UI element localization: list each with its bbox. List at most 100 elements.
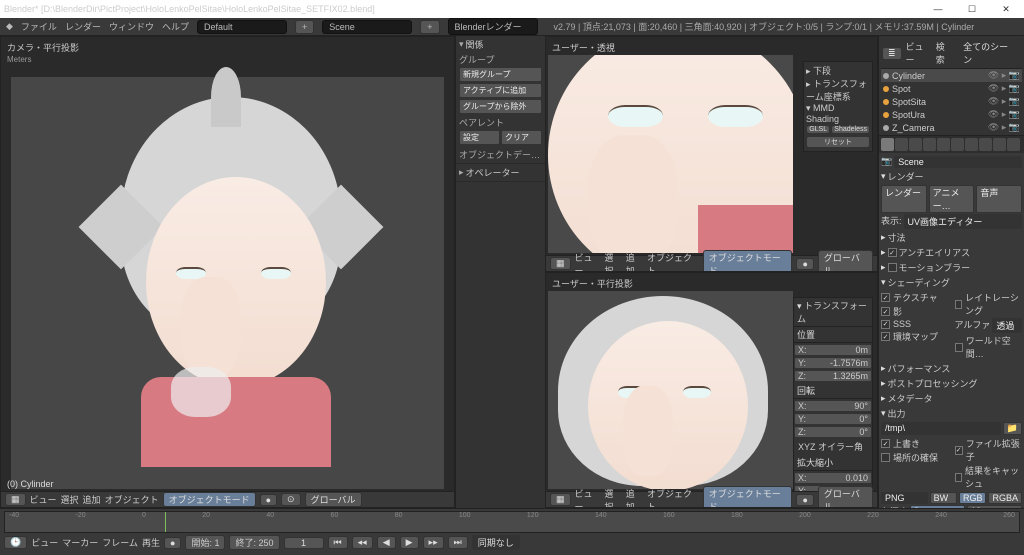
panel-transform[interactable]: ▾ トランスフォーム: [794, 298, 872, 327]
check-cache[interactable]: 結果をキャッシュ: [955, 464, 1023, 490]
mmd-reset-button[interactable]: リセット: [806, 136, 870, 148]
maximize-button[interactable]: ☐: [958, 4, 986, 15]
mode-select[interactable]: オブジェクトモード: [703, 486, 793, 509]
outliner-filter[interactable]: 全てのシーン: [957, 39, 1021, 67]
viewport-top-right[interactable]: ユーザー・透視 Meters ▸ 下段 ▸ トランスフォーム座標系 ▾ MMD …: [545, 36, 878, 272]
panel-mmd-shading[interactable]: ▾ MMD Shading: [806, 103, 870, 124]
loc-z[interactable]: Z:1.3265m: [794, 370, 872, 382]
minimize-button[interactable]: —: [924, 4, 952, 15]
pivot-icon[interactable]: ⊙: [281, 493, 301, 506]
menu-window[interactable]: ウィンドウ: [109, 20, 154, 33]
engine-select[interactable]: Blenderレンダー: [448, 18, 538, 35]
panel-motionblur[interactable]: モーションブラー: [899, 261, 971, 274]
menu-file[interactable]: ファイル: [21, 20, 57, 33]
shading-icon[interactable]: ●: [260, 494, 277, 506]
outliner-item[interactable]: SpotUra👁 ▸ 📷: [881, 108, 1022, 121]
parent-set-button[interactable]: 設定: [459, 130, 500, 145]
tl-menu-marker[interactable]: マーカー: [62, 536, 98, 549]
render-button[interactable]: レンダー: [881, 185, 927, 213]
scale-x[interactable]: X:0.010: [794, 472, 872, 484]
tab-world-icon[interactable]: [923, 138, 936, 151]
depth8-button[interactable]: 8: [910, 505, 965, 508]
anim-button[interactable]: アニメー…: [929, 185, 975, 213]
menu-add[interactable]: 追加: [83, 493, 101, 506]
check-overwrite[interactable]: 上書き: [881, 437, 949, 450]
operator-panel[interactable]: オペレーター: [466, 166, 520, 179]
outliner-item[interactable]: Spot👁 ▸ 📷: [881, 82, 1022, 95]
toolshelf-left-vp[interactable]: ▾関係 グループ 新規グループ アクティブに追加 グループから除外 ペアレント …: [455, 36, 545, 508]
jump-end-icon[interactable]: ⏭: [448, 536, 468, 549]
tab-material-icon[interactable]: [993, 138, 1006, 151]
editor-type-icon[interactable]: ▦: [550, 257, 571, 270]
properties-tabs[interactable]: [879, 136, 1024, 153]
prev-key-icon[interactable]: ◂◂: [352, 536, 373, 549]
remove-group-button[interactable]: グループから除外: [459, 99, 542, 114]
tl-menu-view[interactable]: ビュー: [31, 536, 58, 549]
outliner-menu-search[interactable]: 検索: [936, 40, 953, 66]
menu-render[interactable]: レンダー: [65, 20, 101, 33]
layout-add-button[interactable]: +: [295, 20, 314, 34]
tab-texture-icon[interactable]: [1007, 138, 1020, 151]
menu-select[interactable]: 選択: [61, 493, 79, 506]
display-select[interactable]: UV画像エディター: [904, 214, 1022, 229]
menu-view[interactable]: ビュー: [30, 493, 57, 506]
editor-type-icon[interactable]: ▦: [5, 493, 26, 506]
visibility-icons[interactable]: 👁 ▸ 📷: [988, 70, 1020, 81]
autokey-icon[interactable]: ●: [164, 537, 181, 549]
scene-select[interactable]: Scene: [322, 20, 412, 34]
tl-menu-frame[interactable]: フレーム: [102, 536, 138, 549]
jump-start-icon[interactable]: ⏮: [328, 536, 348, 549]
parent-clear-button[interactable]: クリア: [501, 130, 542, 145]
editor-type-icon[interactable]: ≣: [882, 47, 902, 60]
scene-add-button[interactable]: +: [420, 20, 439, 34]
rotation-mode[interactable]: XYZ オイラー角: [794, 439, 872, 454]
panel-dimensions[interactable]: 寸法: [888, 231, 906, 244]
depth16-button[interactable]: 16: [967, 505, 1022, 508]
current-frame[interactable]: 1: [284, 537, 324, 549]
shadeless-button[interactable]: Shadeless: [831, 125, 870, 134]
mode-select[interactable]: オブジェクトモード: [163, 492, 256, 507]
visibility-icons[interactable]: 👁 ▸ 📷: [988, 122, 1020, 133]
visibility-icons[interactable]: 👁 ▸ 📷: [988, 96, 1020, 107]
tab-data-icon[interactable]: [979, 138, 992, 151]
check-texture[interactable]: テクスチャ: [881, 291, 949, 304]
panel-antialias[interactable]: アンチエイリアス: [899, 246, 971, 259]
tl-menu-playback[interactable]: 再生: [142, 536, 160, 549]
timeline-track[interactable]: -40-200204060801001201401601802002202402…: [4, 511, 1020, 533]
tab-constraints-icon[interactable]: [951, 138, 964, 151]
layout-select[interactable]: Default: [197, 20, 287, 34]
orientation-select[interactable]: グローバル: [305, 492, 362, 507]
viewport-left[interactable]: カメラ・平行投影 Meters (0) Cylinder ▦ ビュー 選択 追加…: [0, 36, 455, 508]
check-shadow[interactable]: 影: [881, 305, 949, 318]
outliner-item[interactable]: Z_Camera👁 ▸ 📷: [881, 121, 1022, 134]
check-worldspace[interactable]: ワールド空間…: [955, 334, 1023, 360]
play-icon[interactable]: ▶: [400, 536, 419, 549]
visibility-icons[interactable]: 👁 ▸ 📷: [988, 109, 1020, 120]
tab-renderlayers-icon[interactable]: [895, 138, 908, 151]
loc-x[interactable]: X:0m: [794, 344, 872, 356]
panel-shading[interactable]: シェーディング: [888, 276, 950, 289]
loc-y[interactable]: Y:-1.7576m: [794, 357, 872, 369]
check-raytrace[interactable]: レイトレーシング: [955, 291, 1023, 317]
n-panel-top[interactable]: ▸ 下段 ▸ トランスフォーム座標系 ▾ MMD Shading GLSLSha…: [803, 61, 873, 152]
panel-performance[interactable]: パフォーマンス: [888, 362, 951, 375]
new-group-button[interactable]: 新規グループ: [459, 67, 542, 82]
panel-relations[interactable]: 関係: [466, 38, 484, 51]
panel-metadata[interactable]: メタデータ: [888, 392, 933, 405]
panel-above[interactable]: ▸ 下段: [806, 64, 870, 77]
rot-x[interactable]: X:90°: [794, 400, 872, 412]
outliner[interactable]: ≣ ビュー 検索 全てのシーン Cylinder👁 ▸ 📷Spot👁 ▸ 📷Sp…: [879, 36, 1024, 136]
rgb-button[interactable]: RGB: [959, 492, 987, 504]
menu-object[interactable]: オブジェクト: [105, 493, 159, 506]
rgba-button[interactable]: RGBA: [988, 492, 1022, 504]
outliner-menu-view[interactable]: ビュー: [906, 40, 932, 66]
glsl-button[interactable]: GLSL: [806, 125, 830, 134]
outliner-item[interactable]: SpotSita👁 ▸ 📷: [881, 95, 1022, 108]
next-key-icon[interactable]: ▸▸: [423, 536, 444, 549]
scene-name[interactable]: Scene: [894, 156, 1022, 168]
panel-output[interactable]: 出力: [888, 407, 906, 420]
tab-render-icon[interactable]: [881, 138, 894, 151]
alpha-select[interactable]: 透過: [992, 318, 1022, 333]
menu-help[interactable]: ヘルプ: [162, 20, 189, 33]
mode-select[interactable]: オブジェクトモード: [703, 250, 793, 273]
